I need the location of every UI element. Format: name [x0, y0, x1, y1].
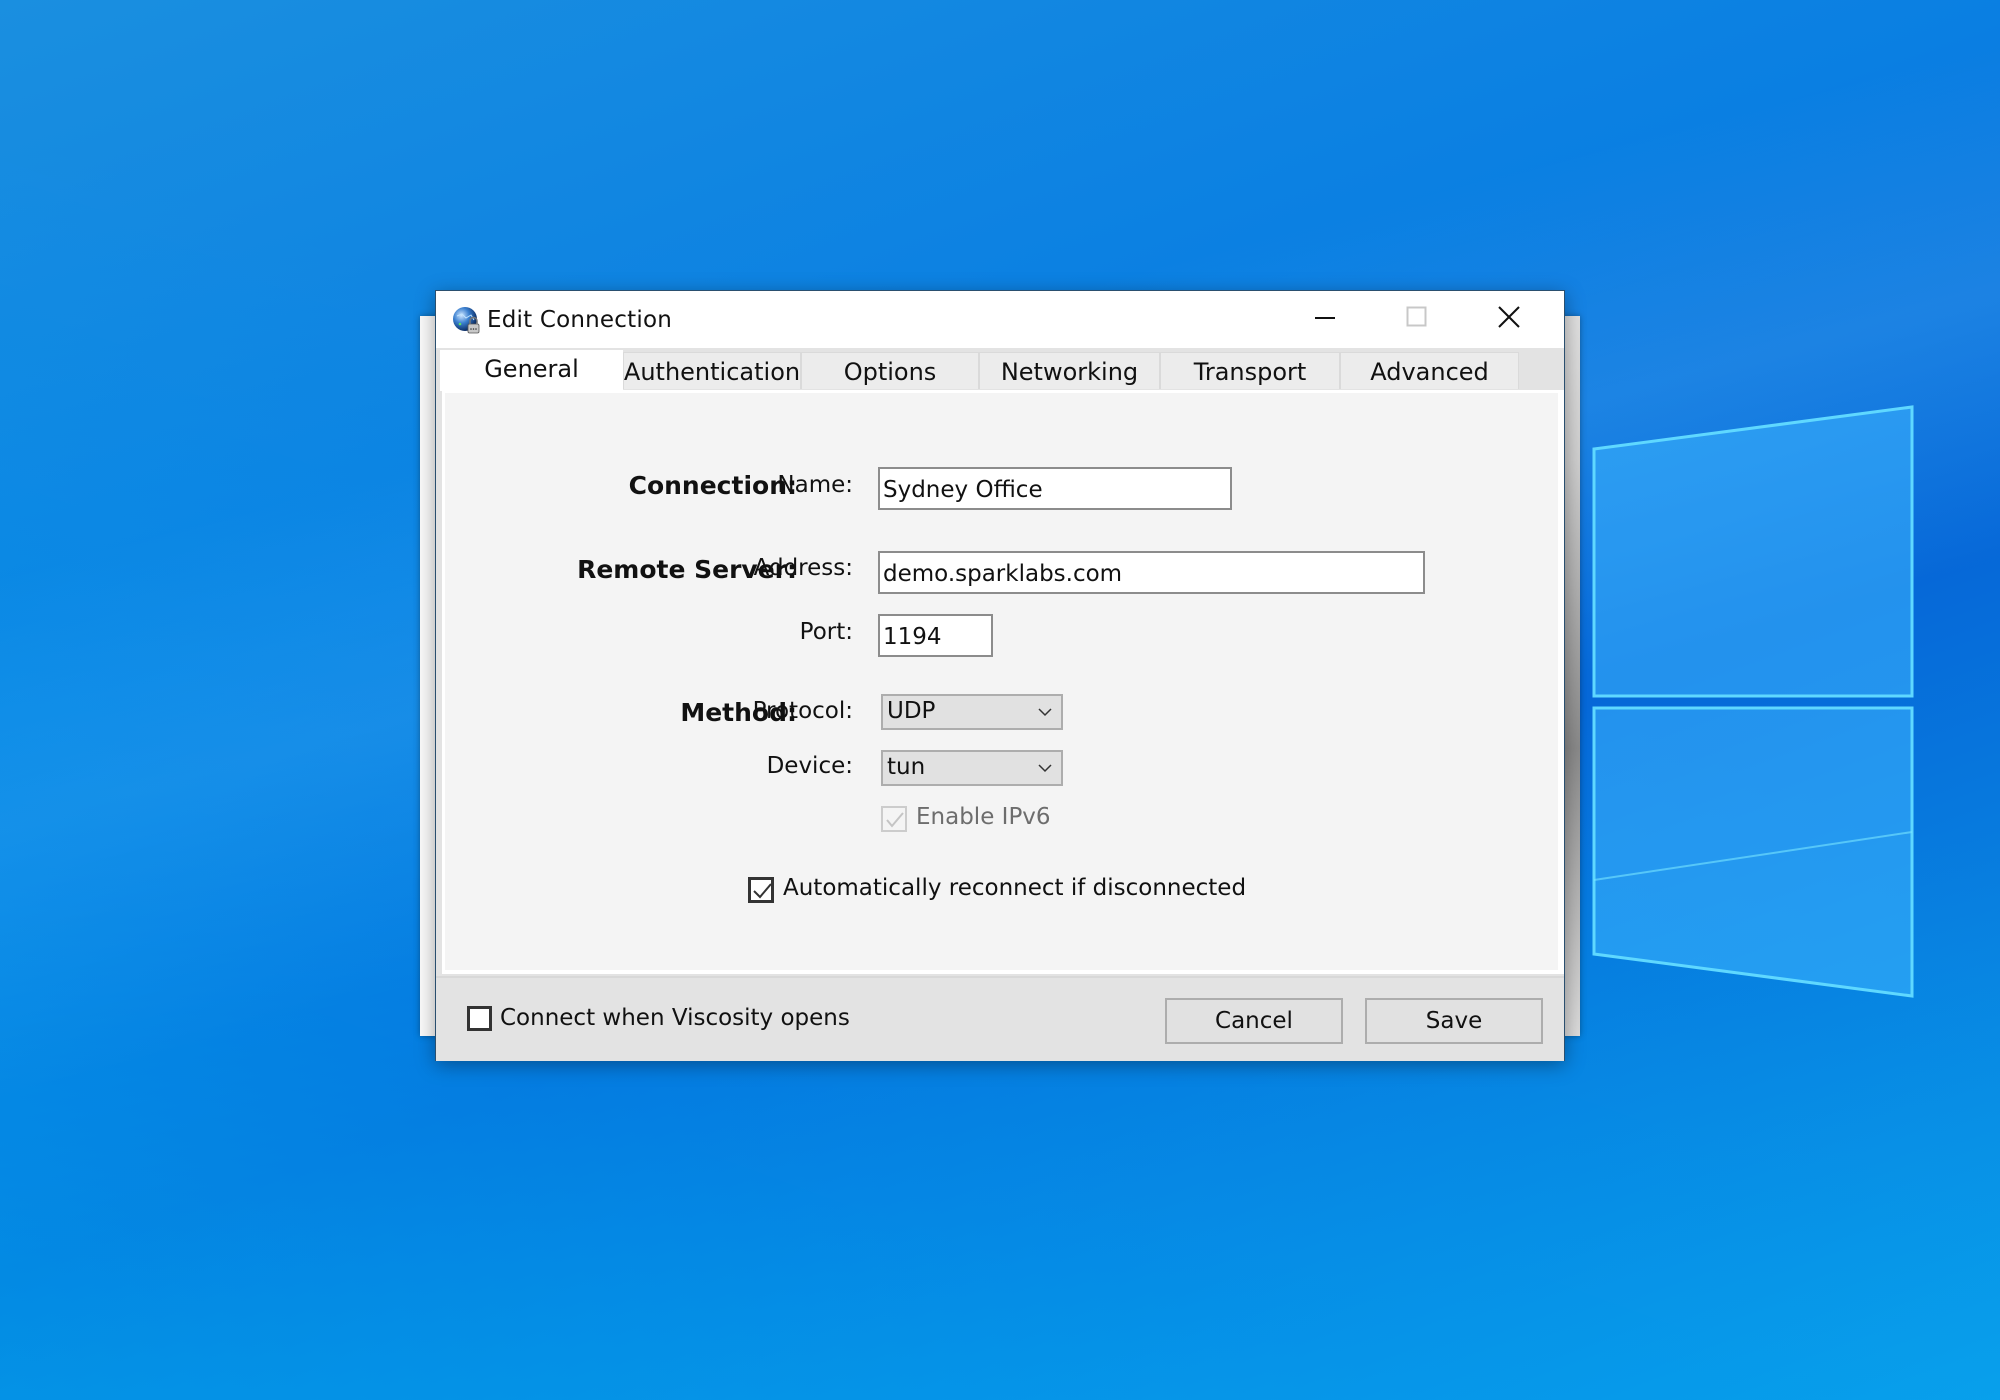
checkmark-icon — [753, 883, 772, 899]
tab-label: Advanced — [1370, 358, 1489, 386]
tab-authentication[interactable]: Authentication — [623, 352, 801, 389]
address-label: Address: — [753, 555, 853, 581]
tab-advanced[interactable]: Advanced — [1340, 352, 1519, 389]
dialog-footer: Connect when Viscosity opens Cancel Save — [436, 976, 1564, 1061]
chevron-down-icon — [1038, 708, 1052, 717]
cancel-button[interactable]: Cancel — [1165, 998, 1343, 1044]
tab-bar: General Authentication Options Networkin… — [436, 348, 1564, 391]
protocol-select[interactable]: UDP — [881, 694, 1063, 730]
maximize-button[interactable] — [1370, 291, 1462, 341]
windows-logo-pane-top — [1592, 405, 1914, 698]
tab-label: Authentication — [623, 358, 801, 386]
chevron-down-icon — [1038, 764, 1052, 773]
tab-options[interactable]: Options — [801, 352, 979, 389]
background-window-edge — [1564, 316, 1580, 1036]
tab-transport[interactable]: Transport — [1160, 352, 1340, 389]
port-input[interactable] — [878, 614, 993, 657]
windows-logo-pane-bottom — [1592, 706, 1914, 998]
device-select[interactable]: tun — [881, 750, 1063, 786]
edit-connection-dialog: Edit Connection General Authentication O… — [435, 290, 1565, 1061]
device-value: tun — [887, 754, 926, 780]
device-label: Device: — [766, 753, 853, 779]
protocol-label: Protocol: — [752, 698, 853, 724]
auto-reconnect-checkbox[interactable] — [748, 877, 774, 903]
connect-on-open-label: Connect when Viscosity opens — [500, 1005, 850, 1031]
minimize-icon — [1315, 317, 1335, 319]
title-bar[interactable]: Edit Connection — [436, 291, 1564, 348]
tab-label: General — [484, 355, 579, 383]
close-icon — [1498, 306, 1520, 328]
enable-ipv6-label: Enable IPv6 — [916, 804, 1051, 830]
auto-reconnect-label: Automatically reconnect if disconnected — [783, 875, 1247, 901]
connect-on-open-checkbox[interactable] — [467, 1006, 492, 1031]
general-tab-panel: Connection: Name: Remote Server: Address… — [442, 390, 1564, 974]
checkmark-icon — [886, 812, 904, 828]
protocol-value: UDP — [887, 698, 936, 724]
minimize-button[interactable] — [1278, 291, 1370, 341]
address-input[interactable] — [878, 551, 1425, 594]
tab-label: Networking — [1000, 358, 1139, 386]
globe-lock-icon — [453, 307, 480, 334]
window-title: Edit Connection — [487, 307, 672, 333]
save-button[interactable]: Save — [1365, 998, 1543, 1044]
name-input[interactable] — [878, 467, 1232, 510]
port-label: Port: — [799, 619, 853, 645]
tab-networking[interactable]: Networking — [979, 352, 1160, 389]
name-label: Name: — [777, 472, 853, 498]
save-label: Save — [1425, 1008, 1483, 1034]
close-button[interactable] — [1462, 291, 1554, 341]
cancel-label: Cancel — [1215, 1008, 1293, 1034]
enable-ipv6-checkbox[interactable] — [881, 806, 907, 832]
tab-label: Options — [843, 358, 937, 386]
tab-label: Transport — [1193, 358, 1307, 386]
maximize-icon — [1406, 306, 1427, 327]
tab-general[interactable]: General — [440, 350, 623, 391]
